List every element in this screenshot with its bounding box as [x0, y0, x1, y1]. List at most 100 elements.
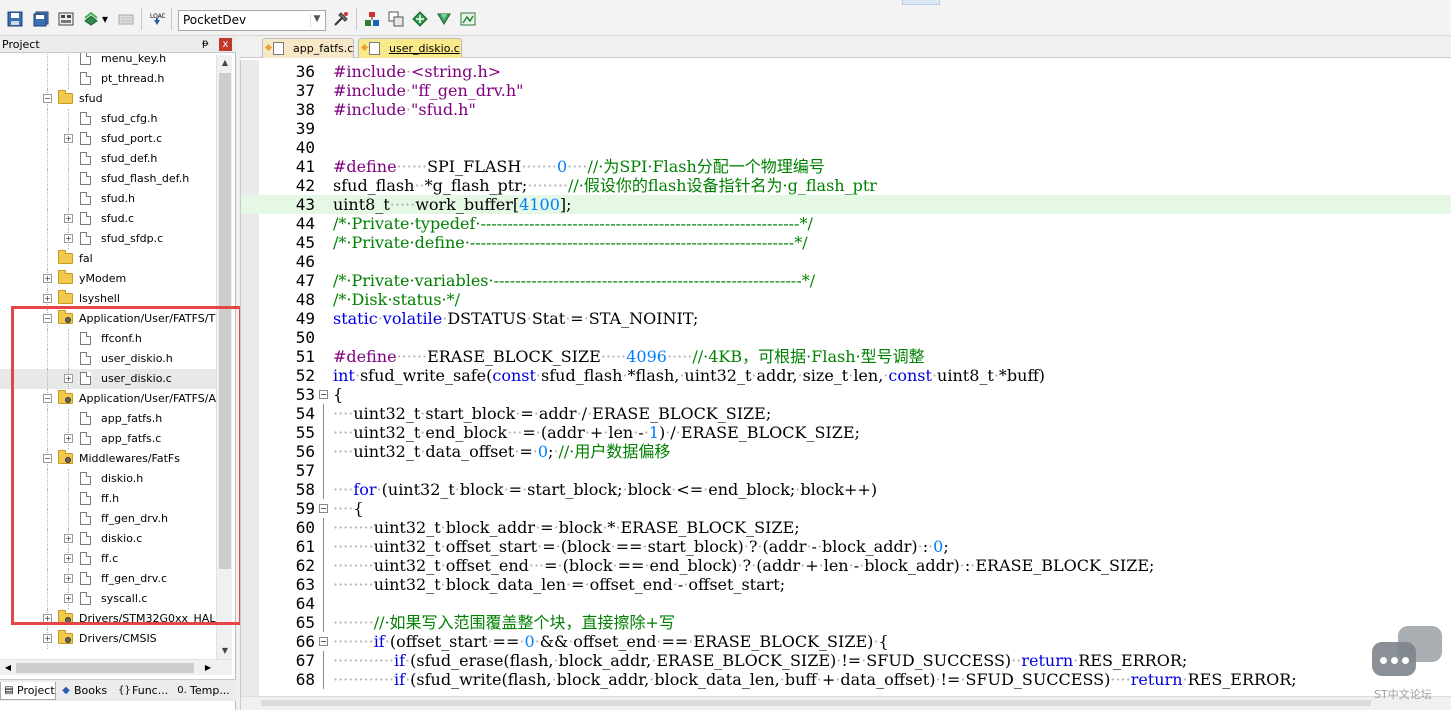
code-line[interactable]: 66− ········if·(offset_start·==·0·&&·offs… [241, 632, 1451, 651]
code-line[interactable]: 57 [241, 461, 1451, 480]
tab-app-fatfs-c[interactable]: app_fatfs.c [262, 38, 354, 58]
translate-icon[interactable] [82, 10, 100, 28]
scroll-down-icon[interactable]: ▼ [217, 643, 233, 659]
expand-plus-icon[interactable]: + [64, 594, 73, 603]
code-line[interactable]: 46 [241, 252, 1451, 271]
expand-plus-icon[interactable]: + [64, 534, 73, 543]
code-line[interactable]: 67 ············if·(sfud_erase(flash,·bloc… [241, 651, 1451, 670]
target-options-icon[interactable] [332, 10, 350, 28]
expand-plus-icon[interactable]: + [64, 574, 73, 583]
expand-plus-icon[interactable]: + [64, 134, 73, 143]
expand-plus-icon[interactable]: + [64, 214, 73, 223]
expand-plus-icon[interactable]: + [43, 634, 52, 643]
tree-item[interactable]: user_diskio.h [0, 349, 216, 369]
tab-templates[interactable]: 0. Temp... [174, 682, 232, 700]
tab-functions[interactable]: {} Func... [116, 682, 172, 700]
expand-plus-icon[interactable]: + [64, 374, 73, 383]
tree-item[interactable]: ff_gen_drv.h [0, 509, 216, 529]
tree-item[interactable]: + sfud_port.c [0, 129, 216, 149]
code-line[interactable]: 45 /*·Private·define·--------------------… [241, 233, 1451, 252]
scroll-up-icon[interactable]: ▲ [217, 55, 233, 71]
tree-item[interactable]: − Application/User/FATFS/T [0, 309, 216, 329]
collapse-minus-icon[interactable]: − [43, 314, 52, 323]
tab-user-diskio-c[interactable]: user_diskio.c [358, 38, 462, 58]
tree-item[interactable]: + sfud_sfdp.c [0, 229, 216, 249]
dropdown-arrow-icon[interactable]: ▾ [100, 10, 110, 28]
code-line[interactable]: 53−{ [241, 385, 1451, 404]
tree-item[interactable]: sfud_cfg.h [0, 109, 216, 129]
code-line[interactable]: 60 ········uint32_t·block_addr·=·block·*·… [241, 518, 1451, 537]
fold-collapse-icon[interactable]: − [319, 637, 328, 646]
fold-collapse-icon[interactable]: − [319, 390, 328, 399]
tree-item[interactable]: diskio.h [0, 469, 216, 489]
code-line[interactable]: 41 #define······SPI_FLASH·······0····//·为… [241, 157, 1451, 176]
expand-plus-icon[interactable]: + [64, 234, 73, 243]
code-line[interactable]: 63 ········uint32_t·block_data_len·=·offs… [241, 575, 1451, 594]
code-line[interactable]: 61 ········uint32_t·offset_start·=·(block… [241, 537, 1451, 556]
tree-item[interactable]: menu_key.h [0, 53, 216, 69]
tree-item[interactable]: + Drivers/STM32G0xx_HAL_ [0, 609, 216, 629]
tree-item[interactable]: + ff_gen_drv.c [0, 569, 216, 589]
expand-plus-icon[interactable]: + [43, 614, 52, 623]
expand-plus-icon[interactable]: + [64, 554, 73, 563]
code-line[interactable]: 51 #define······ERASE_BLOCK_SIZE·····4096… [241, 347, 1451, 366]
select-software-packs-icon[interactable] [459, 10, 477, 28]
tree-item[interactable]: + user_diskio.c [0, 369, 216, 389]
save-all-icon[interactable] [32, 10, 50, 28]
code-line[interactable]: 49 static·volatile·DSTATUS·Stat·=·STA_NOI… [241, 309, 1451, 328]
run-icon[interactable] [411, 10, 429, 28]
tree-item[interactable]: + syscall.c [0, 589, 216, 609]
code-line[interactable]: 56 ····uint32_t·data_offset·=·0;·//·用户数据偏… [241, 442, 1451, 461]
code-line[interactable]: 40 [241, 138, 1451, 157]
tree-item[interactable]: − Application/User/FATFS/A [0, 389, 216, 409]
tree-item[interactable]: + sfud.c [0, 209, 216, 229]
code-line[interactable]: 36 #include·<string.h> [241, 62, 1451, 81]
scroll-thumb[interactable] [16, 663, 194, 673]
chevron-down-icon[interactable]: ▼ [310, 14, 323, 27]
tree-vertical-scrollbar[interactable]: ▲ ▼ [216, 55, 232, 659]
code-line[interactable]: 42 sfud_flash··*g_flash_ptr;········//·假设… [241, 176, 1451, 195]
code-line[interactable]: 55 ····uint32_t·end_block···=·(addr·+·len… [241, 423, 1451, 442]
close-icon[interactable]: x [219, 38, 232, 51]
tab-books[interactable]: ◆ Books [58, 682, 114, 700]
target-select[interactable]: PocketDev ▼ [178, 10, 326, 31]
code-line[interactable]: 48 /*·Disk·status·*/ [241, 290, 1451, 309]
tree-item[interactable]: + Drivers/CMSIS [0, 629, 216, 649]
tree-item[interactable]: + yModem [0, 269, 216, 289]
code-line[interactable]: 58 ····for·(uint32_t·block·=·start_block;… [241, 480, 1451, 499]
editor-horizontal-scrollbar[interactable] [241, 696, 1451, 710]
download-icon[interactable]: LOAD [148, 10, 166, 28]
scroll-thumb[interactable] [219, 73, 231, 569]
code-line[interactable]: 44 /*·Private·typedef·-------------------… [241, 214, 1451, 233]
code-line[interactable]: 50 [241, 328, 1451, 347]
code-line[interactable]: 65 ········//·如果写入范围覆盖整个块，直接擦除+写 [241, 613, 1451, 632]
tree-item[interactable]: pt_thread.h [0, 69, 216, 89]
tree-item[interactable]: + diskio.c [0, 529, 216, 549]
tab-project[interactable]: ▤ Project [0, 682, 56, 700]
tree-item[interactable]: ffconf.h [0, 329, 216, 349]
save-icon[interactable] [6, 10, 24, 28]
code-line[interactable]: 37 #include·"ff_gen_drv.h" [241, 81, 1451, 100]
tree-item[interactable]: sfud_def.h [0, 149, 216, 169]
collapse-minus-icon[interactable]: − [43, 394, 52, 403]
pack-installer-icon[interactable] [435, 10, 453, 28]
tree-item[interactable]: − Middlewares/FatFs [0, 449, 216, 469]
code-area[interactable]: 36 #include·<string.h> 37 #include·"ff_gen_… [240, 60, 1451, 710]
expand-plus-icon[interactable]: + [43, 274, 52, 283]
manage-project-icon[interactable] [363, 10, 381, 28]
tree-item[interactable]: + app_fatfs.c [0, 429, 216, 449]
copy-icon[interactable] [387, 10, 405, 28]
code-line[interactable]: 43 uint8_t·····work_buffer[4100]; [241, 195, 1451, 214]
tree-horizontal-scrollbar[interactable]: ◀ ▶ [0, 659, 232, 675]
code-line[interactable]: 62 ········uint32_t·offset_end···=·(block… [241, 556, 1451, 575]
pin-icon[interactable]: ᵽ [202, 38, 209, 49]
scroll-right-icon[interactable]: ▶ [200, 660, 216, 676]
collapse-minus-icon[interactable]: − [43, 94, 52, 103]
code-line[interactable]: 47 /*·Private·variables·-----------------… [241, 271, 1451, 290]
tree-item[interactable]: − sfud [0, 89, 216, 109]
tree-item[interactable]: ff.h [0, 489, 216, 509]
tree-item[interactable]: app_fatfs.h [0, 409, 216, 429]
fold-collapse-icon[interactable]: − [319, 504, 328, 513]
expand-plus-icon[interactable]: + [64, 434, 73, 443]
expand-plus-icon[interactable]: + [43, 294, 52, 303]
